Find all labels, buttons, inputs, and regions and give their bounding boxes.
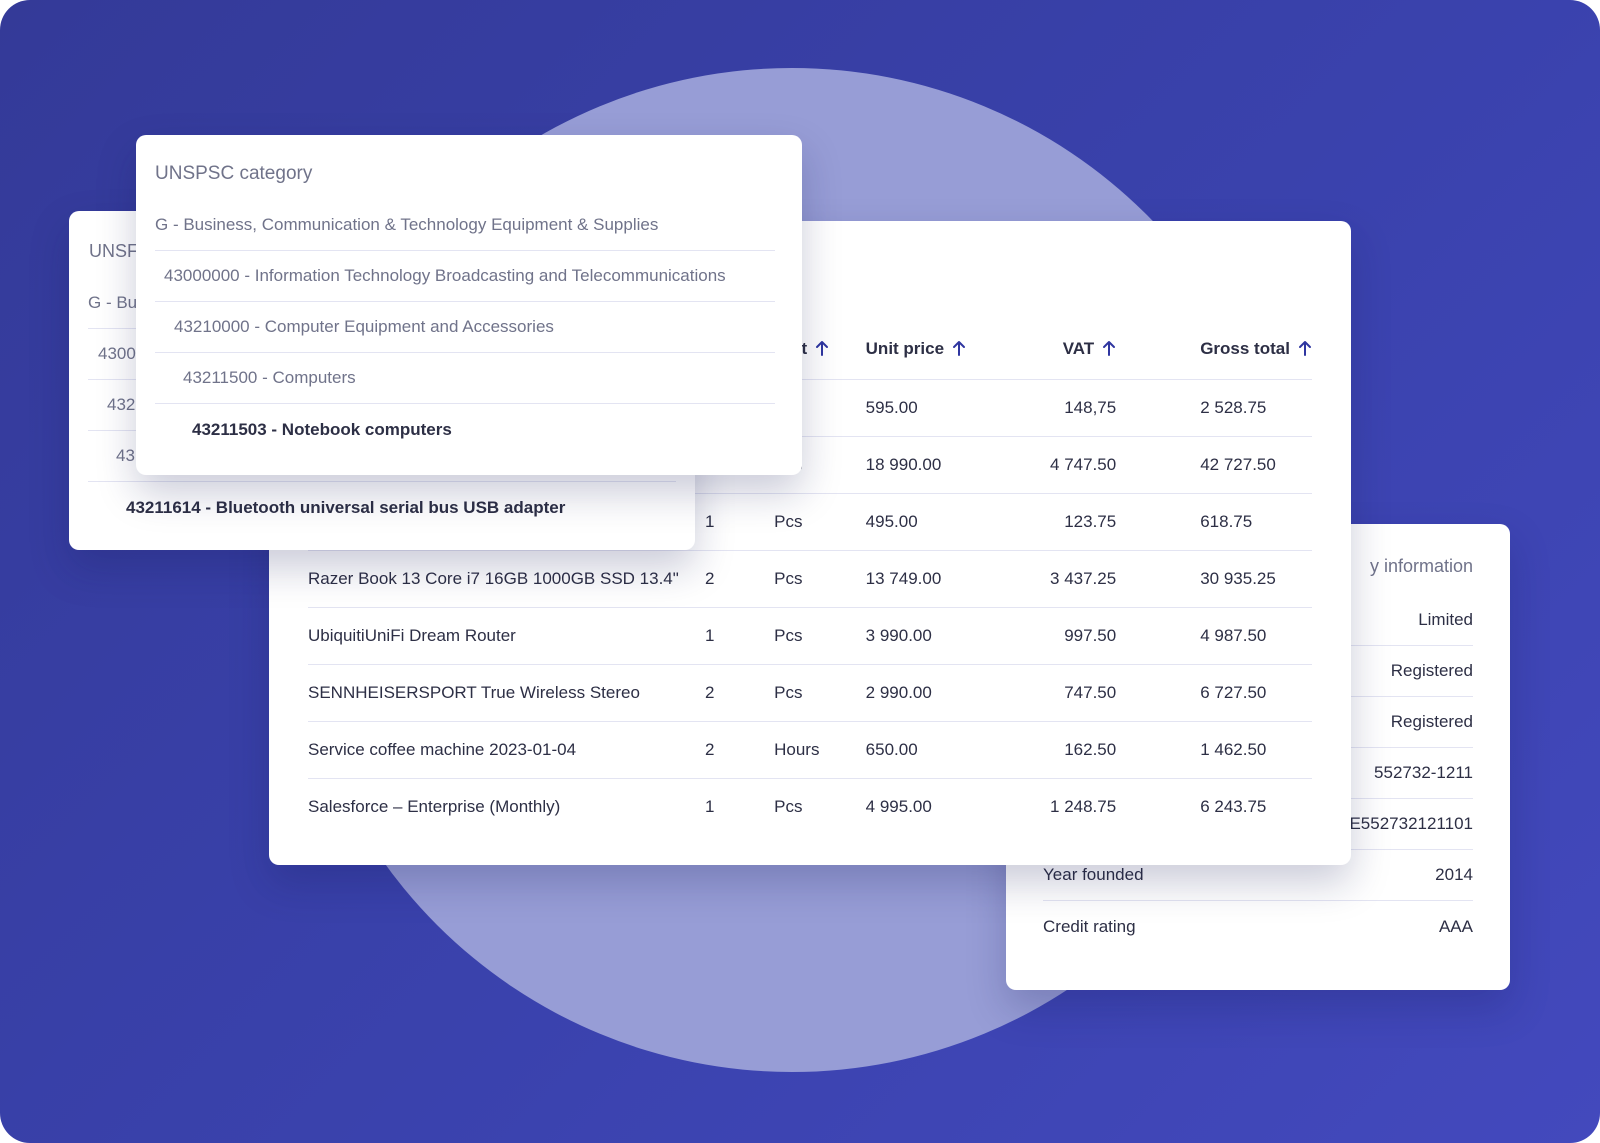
cell-unit: Pcs (774, 493, 866, 551)
cell-unit-price: 2 990.00 (865, 664, 999, 722)
cell-gross-total: 6 243.75 (1200, 796, 1267, 816)
cell-item-name: Service coffee machine 2023-01-04 (308, 721, 705, 779)
unspsc-card-title: UNSF (89, 241, 138, 261)
unspsc-category-item[interactable]: 43210000 - Computer Equipment and Access… (155, 302, 775, 353)
cell-gross-total: 30 935.25 (1116, 550, 1312, 608)
unspsc-category-item[interactable]: 43211500 - Computers (155, 353, 775, 404)
unspsc-category-item[interactable]: G - Business, Communication & Technology… (155, 200, 775, 251)
cell-quantity: 2 (704, 550, 775, 608)
cell-unit: Pcs (774, 607, 866, 665)
company-info-label: Year founded (1043, 865, 1144, 884)
unspsc-category-item-selected[interactable]: 43211614 - Bluetooth universal serial bu… (88, 482, 676, 533)
arrow-up-icon[interactable] (1298, 340, 1312, 356)
unspsc-category-item[interactable]: 43000000 - Information Technology Broadc… (155, 251, 775, 302)
background-canvas: y information Limited Registered Registe… (0, 0, 1600, 1143)
cell-quantity: 2 (704, 664, 775, 722)
company-info-label: Credit rating (1043, 916, 1136, 936)
cell-quantity: 1 (704, 796, 715, 816)
cell-unit-price: 4 995.00 (865, 796, 932, 816)
cell-vat: 4 747.50 (998, 436, 1117, 494)
unspsc-category-list: G - Business, Communication & Technology… (155, 200, 775, 455)
company-info-value: Registered (1390, 661, 1473, 680)
cell-unit-price: 650.00 (865, 721, 999, 779)
column-header-label: Gross total (1200, 338, 1290, 358)
cell-vat: 747.50 (998, 664, 1117, 722)
cell-quantity: 2 (704, 721, 775, 779)
company-info-value: E552732121101 (1349, 814, 1473, 833)
company-card-title: y information (1369, 556, 1473, 576)
cell-gross-total: 2 528.75 (1116, 379, 1312, 437)
cell-vat: 1 248.75 (1050, 796, 1117, 816)
cell-vat: 148,75 (998, 379, 1117, 437)
cell-vat: 123.75 (998, 493, 1117, 551)
unspsc-category-item-selected[interactable]: 43211503 - Notebook computers (155, 404, 775, 455)
cell-gross-total: 6 727.50 (1116, 664, 1312, 722)
column-header-label: Unit price (865, 338, 945, 358)
cell-vat: 997.50 (998, 607, 1117, 665)
cell-unit: Hours (774, 721, 866, 779)
unspsc-card-title: UNSPSC category (155, 163, 313, 184)
cell-item-name: UbiquitiUniFi Dream Router (308, 607, 705, 665)
cell-gross-total: 4 987.50 (1116, 607, 1312, 665)
column-header-gross-total[interactable]: Gross total (1116, 319, 1312, 380)
cell-item-name: Salesforce – Enterprise (Monthly) (308, 796, 561, 816)
cell-gross-total: 42 727.50 (1116, 436, 1312, 494)
cell-unit-price: 18 990.00 (865, 436, 999, 494)
table-row[interactable]: Razer Book 13 Core i7 16GB 1000GB SSD 13… (308, 550, 1312, 608)
table-row[interactable]: Service coffee machine 2023-01-04 2 Hour… (308, 721, 1312, 779)
cell-gross-total: 1 462.50 (1116, 721, 1312, 779)
unspsc-category-card: UNSPSC category G - Business, Communicat… (136, 135, 802, 475)
company-info-row-credit-rating: Credit rating AAA (1043, 901, 1473, 952)
column-header-vat[interactable]: VAT (998, 319, 1117, 380)
table-row[interactable]: Salesforce – Enterprise (Monthly) 1 Pcs … (308, 778, 1312, 835)
cell-item-name: Razer Book 13 Core i7 16GB 1000GB SSD 13… (308, 550, 705, 608)
cell-unit-price: 595.00 (865, 379, 999, 437)
cell-unit: Pcs (774, 664, 866, 722)
cell-item-name: SENNHEISERSPORT True Wireless Stereo (308, 664, 705, 722)
company-info-value: Registered (1390, 712, 1473, 731)
company-info-value: Limited (1418, 610, 1473, 629)
arrow-up-icon[interactable] (952, 340, 966, 356)
cell-unit-price: 13 749.00 (865, 550, 999, 608)
column-header-unit-price[interactable]: Unit price (865, 319, 999, 380)
cell-unit-price: 3 990.00 (865, 607, 999, 665)
cell-unit: Pcs (774, 550, 866, 608)
cell-vat: 3 437.25 (998, 550, 1117, 608)
cell-unit: Pcs (774, 796, 803, 816)
column-header-label: VAT (1062, 338, 1095, 358)
cell-unit-price: 495.00 (865, 493, 999, 551)
company-info-value: AAA (1438, 916, 1473, 936)
arrow-up-icon[interactable] (815, 340, 829, 356)
cell-gross-total: 618.75 (1116, 493, 1312, 551)
arrow-up-icon[interactable] (1102, 340, 1116, 356)
cell-quantity: 1 (704, 493, 775, 551)
company-info-value: 552732-1211 (1374, 763, 1473, 782)
cell-vat: 162.50 (998, 721, 1117, 779)
table-row[interactable]: SENNHEISERSPORT True Wireless Stereo 2 P… (308, 664, 1312, 722)
table-row[interactable]: UbiquitiUniFi Dream Router 1 Pcs 3 990.0… (308, 607, 1312, 665)
cell-quantity: 1 (704, 607, 775, 665)
company-info-value: 2014 (1435, 865, 1473, 884)
